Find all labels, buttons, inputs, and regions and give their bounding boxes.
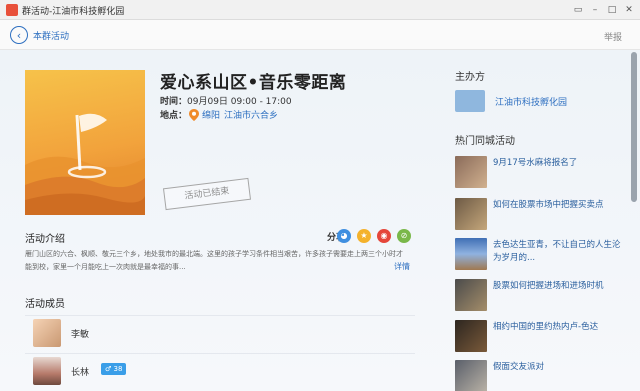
hot-event-item[interactable]: 去色达生亚青，不让自己的人生沦为岁月的... [455,238,625,276]
time-value: 09月09日 09:00 - 17:00 [187,97,292,107]
organizer-name[interactable]: 江油市科技孵化园 [495,95,567,108]
handshake-icon [455,90,485,112]
member-name[interactable]: 李敏 [71,327,89,340]
close-icon[interactable]: ✕ [622,3,636,17]
event-location: 地点： 绵阳 江油市六合乡 [160,108,278,121]
window-title: 群活动-江油市科技孵化园 [22,7,125,17]
event-poster [25,70,145,215]
event-thumbnail[interactable] [455,360,487,391]
details-link[interactable]: 详情 [394,261,410,272]
hot-event-item[interactable]: 股票如何把握进场和进场时机 [455,279,625,317]
hot-event-title[interactable]: 相约中国的里约热内卢-色达 [493,321,621,334]
hot-event-title[interactable]: 如何在股票市场中把握买卖点 [493,199,621,212]
event-title: 爱心系山区•音乐零距离 [160,73,347,93]
intro-text: 雁门山区的六合、枫顺、敬元三个乡，地处我市的最北端。这里的孩子学习条件相当艰苦，… [25,250,403,271]
member-row[interactable]: 李敏 [25,315,415,349]
time-label: 时间： [160,97,188,107]
minimize-icon[interactable]: – [588,3,602,17]
friends-icon[interactable]: ⊘ [397,229,411,243]
organizer-heading: 主办方 [455,72,485,83]
event-thumbnail[interactable] [455,320,487,352]
location-pin-icon [189,108,200,121]
maximize-icon[interactable]: □ [605,3,619,17]
level-badge: ♂ 38 [101,363,127,375]
avatar[interactable] [33,319,61,347]
hot-event-title[interactable]: 股票如何把握进场和进场时机 [493,280,621,293]
event-thumbnail[interactable] [455,156,487,188]
event-thumbnail[interactable] [455,279,487,311]
location-city[interactable]: 绵阳 [202,108,220,121]
hot-event-item[interactable]: 9月17号水麻将报名了 [455,156,625,194]
event-thumbnail[interactable] [455,198,487,230]
member-name[interactable]: 长林 [71,365,89,378]
member-row[interactable]: 长林 ♂ 38 [25,353,415,387]
back-button[interactable]: ‹ 本群活动 [10,26,69,44]
main-content: 爱心系山区•音乐零距离 时间：09月09日 09:00 - 17:00 地点： … [0,50,640,391]
hot-events-heading: 热门同城活动 [455,136,515,147]
avatar[interactable] [33,357,61,385]
message-icon[interactable]: ▭ [571,3,585,17]
back-label: 本群活动 [33,31,70,42]
event-thumbnail[interactable] [455,238,487,270]
qq-icon[interactable]: ◕ [337,229,351,243]
members-heading: 活动成员 [25,299,65,310]
event-ended-stamp: 活动已结束 [162,177,252,211]
location-address[interactable]: 江油市六合乡 [224,108,278,121]
hot-event-item[interactable]: 相约中国的里约热内卢-色达 [455,320,625,358]
hot-event-title[interactable]: 假面交友派对 [493,361,621,374]
title-bar: 群活动-江油市科技孵化园 ▭ – □ ✕ [0,0,640,20]
level-value: 38 [113,365,123,373]
event-time: 时间：09月09日 09:00 - 17:00 [160,94,292,107]
hot-event-item[interactable]: 如何在股票市场中把握买卖点 [455,198,625,236]
hot-event-item[interactable]: 假面交友派对 [455,360,625,391]
hot-event-title[interactable]: 去色达生亚青，不让自己的人生沦为岁月的... [493,239,621,265]
back-arrow-icon: ‹ [10,26,28,44]
qzone-icon[interactable]: ★ [357,229,371,243]
intro-heading: 活动介绍 [25,234,65,245]
report-link[interactable]: 举报 [604,30,622,43]
hot-event-title[interactable]: 9月17号水麻将报名了 [493,157,621,170]
weibo-icon[interactable]: ◉ [377,229,391,243]
app-icon [6,4,18,16]
location-label: 地点： [160,111,188,121]
nav-bar: ‹ 本群活动 举报 [0,20,640,50]
scrollbar-thumb[interactable] [631,52,637,202]
scrollbar[interactable] [630,50,638,391]
